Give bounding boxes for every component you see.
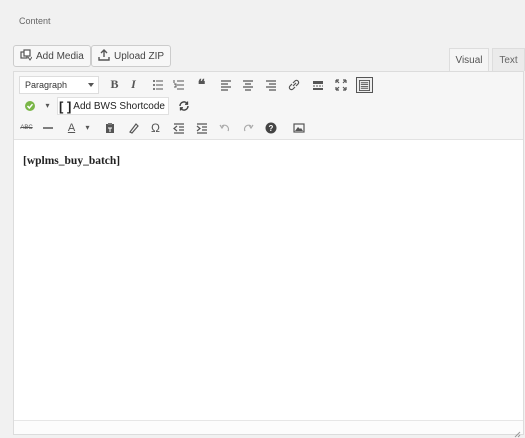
- format-select[interactable]: Paragraph: [19, 76, 99, 94]
- format-select-value: Paragraph: [25, 80, 68, 90]
- bullet-list-icon[interactable]: [150, 77, 165, 92]
- image-icon[interactable]: [291, 120, 306, 135]
- refresh-icon[interactable]: [176, 98, 191, 113]
- bws-shortcode-button[interactable]: [ ] Add BWS Shortcode: [57, 97, 169, 115]
- text-color-dropdown-icon[interactable]: ▾: [80, 120, 95, 135]
- redo-icon[interactable]: [240, 120, 255, 135]
- content-section-label: Content: [19, 16, 51, 26]
- numbered-list-icon[interactable]: [171, 77, 186, 92]
- editor-statusbar: [14, 420, 523, 438]
- blockquote-icon[interactable]: ❝: [194, 76, 209, 92]
- add-media-icon: [20, 48, 33, 64]
- svg-text:?: ?: [268, 124, 273, 133]
- read-more-icon[interactable]: [310, 77, 325, 92]
- help-icon[interactable]: ?: [263, 120, 278, 135]
- upload-zip-label: Upload ZIP: [114, 50, 165, 62]
- horizontal-line-icon[interactable]: [40, 120, 55, 135]
- editor-toolbar: Paragraph B I ❝ ▾ [] Add BWS Shortcode …: [14, 72, 523, 140]
- bold-icon[interactable]: B: [107, 77, 122, 92]
- toolbar-row-2: ▾ [ ] Add BWS Shortcode: [14, 95, 523, 117]
- align-right-icon[interactable]: [263, 77, 278, 92]
- link-icon[interactable]: [286, 77, 301, 92]
- upload-icon: [98, 48, 110, 64]
- fullscreen-icon[interactable]: [333, 77, 348, 92]
- editor-content[interactable]: [wplms_buy_batch]: [23, 155, 120, 167]
- strikethrough-icon[interactable]: ABC: [19, 120, 34, 135]
- italic-icon[interactable]: I: [126, 77, 141, 92]
- tab-text[interactable]: Text: [492, 48, 525, 71]
- bracket-icon: [ ]: [59, 98, 72, 114]
- resize-handle-icon[interactable]: [513, 425, 521, 438]
- paste-text-icon[interactable]: [102, 120, 117, 135]
- indent-icon[interactable]: [194, 120, 209, 135]
- special-character-icon[interactable]: Ω: [148, 120, 163, 135]
- add-media-label: Add Media: [36, 50, 84, 62]
- toolbar-row-1: Paragraph B I ❝: [14, 74, 523, 96]
- toolbar-row-3: ABC A ▾ Ω ?: [14, 117, 523, 139]
- align-center-icon[interactable]: [240, 77, 255, 92]
- toolbar-toggle-icon[interactable]: [356, 77, 373, 93]
- upload-zip-button[interactable]: Upload ZIP: [91, 45, 172, 67]
- bws-shortcode-label: Add BWS Shortcode: [73, 100, 165, 112]
- undo-icon[interactable]: [217, 120, 232, 135]
- align-left-icon[interactable]: [218, 77, 233, 92]
- chevron-down-icon: [88, 83, 94, 87]
- editor-frame: Paragraph B I ❝ ▾ [] Add BWS Shortcode …: [13, 71, 524, 438]
- text-color-icon[interactable]: A: [64, 120, 79, 135]
- tab-visual[interactable]: Visual: [449, 48, 489, 71]
- outdent-icon[interactable]: [171, 120, 186, 135]
- add-media-button[interactable]: Add Media: [13, 45, 91, 67]
- shortcode-dropdown-icon[interactable]: ▾: [40, 98, 55, 113]
- shortcode-check-icon[interactable]: [22, 98, 37, 113]
- clear-formatting-icon[interactable]: [125, 120, 140, 135]
